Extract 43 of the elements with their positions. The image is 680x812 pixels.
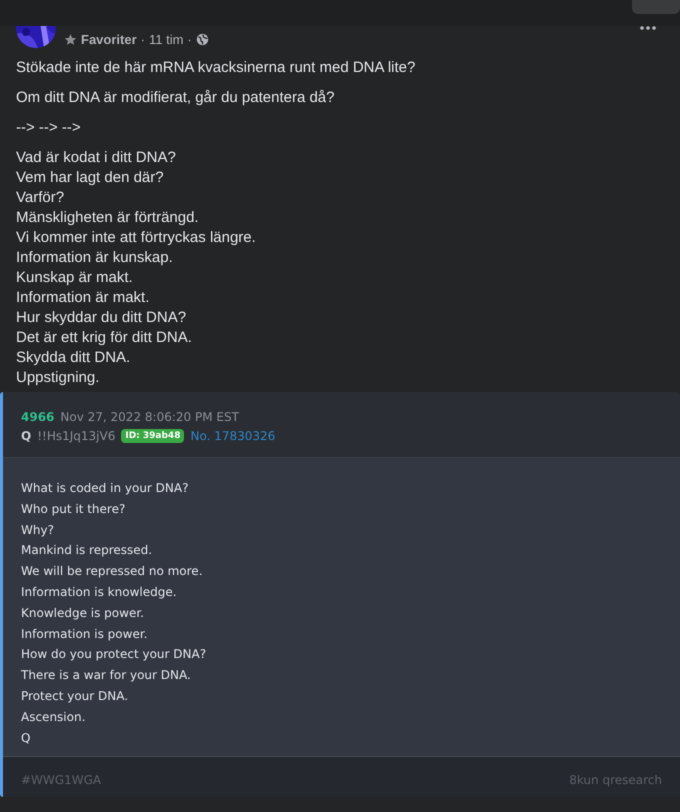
post-paragraph: Stökade inte de här mRNA kvacksinerna runt med DNA lite? (16, 58, 416, 78)
globe-icon (196, 33, 209, 46)
post-line: Det är ett krig för ditt DNA. (16, 328, 193, 348)
quoted-line: Knowledge is power. (21, 604, 145, 622)
post-line: Vad är kodat i ditt DNA? (16, 148, 177, 168)
post-line: Kunskap är makt. (16, 268, 134, 288)
quoted-line: Mankind is repressed. (21, 542, 154, 560)
more-icon[interactable] (640, 26, 656, 30)
post-time[interactable]: 11 tim (148, 32, 184, 47)
quoted-line: Q (21, 730, 32, 747)
audience-label[interactable]: Favoriter (81, 32, 137, 47)
post-date: Nov 27, 2022 8:06:20 PM EST (60, 410, 239, 424)
quoted-line: Why? (21, 522, 55, 539)
author-name: Q (21, 429, 32, 443)
post-paragraph: Om ditt DNA är modifierat, går du patentera då? (16, 88, 336, 108)
quoted-line: Information is knowledge. (21, 584, 178, 601)
quoted-line: What is coded in your DNA? (21, 480, 190, 497)
post-line: Vi kommer inte att förtryckas längre. (16, 228, 257, 248)
post-line: Hur skyddar du ditt DNA? (16, 308, 188, 328)
quoted-line: How do you protect your DNA? (21, 646, 208, 664)
post-line: Vem har lagt den där? (16, 168, 165, 188)
post-line: Varför? (16, 188, 66, 208)
quoted-line: Information is power. (21, 626, 148, 643)
quoted-line: Who put it there? (21, 500, 126, 518)
post-paragraph: --> --> --> (16, 118, 82, 138)
post-number-link[interactable]: No. 17830326 (190, 429, 276, 443)
quoted-line: There is a war for your DNA. (21, 667, 192, 684)
quoted-line: Ascension. (21, 708, 86, 726)
star-icon (64, 33, 77, 46)
post-line: Information är makt. (16, 288, 150, 308)
post-line: Mänskligheten är förträngd. (16, 208, 200, 228)
source-label: 8kun qresearch (569, 773, 662, 788)
post-line: Skydda ditt DNA. (16, 348, 132, 368)
separator-dot: · (187, 32, 192, 47)
quoted-line: We will be repressed no more. (21, 563, 204, 580)
hashtag: #WWG1WGA (21, 773, 102, 788)
separator-dot: · (140, 32, 145, 47)
tripcode: !!Hs1Jq13jV6 (37, 429, 116, 443)
quoted-line: Protect your DNA. (21, 688, 130, 705)
post-line: Uppstigning. (16, 368, 100, 388)
post-line: Information är kunskap. (16, 248, 174, 268)
id-badge: ID: 39ab48 (121, 429, 184, 443)
post-number: 4966 (21, 410, 54, 424)
